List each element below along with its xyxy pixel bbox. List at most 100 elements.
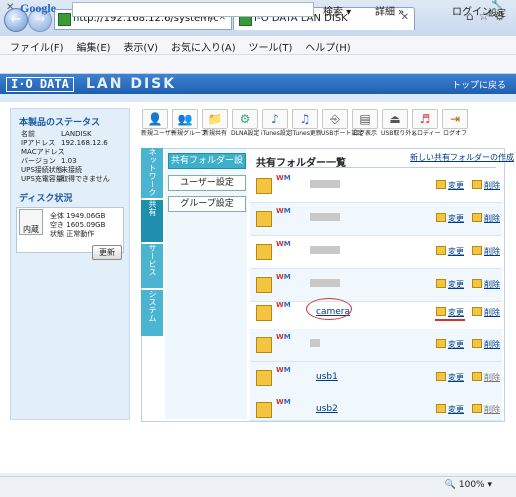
tab-service[interactable]: サービス [141, 244, 163, 288]
toolbar-more-button[interactable]: 詳細 » [375, 3, 404, 18]
folder-row: WM 変更 削除 [250, 236, 502, 269]
zoom-level[interactable]: 🔍 100% ▾ [445, 480, 492, 490]
itunes-settings-button[interactable]: ♪ iTunes設定 [261, 109, 292, 139]
dlna-settings-button[interactable]: ⚙ DLNA設定 [231, 109, 260, 139]
menu-file[interactable]: ファイル(F) [10, 39, 64, 54]
folder-name-usb1[interactable]: usb1 [316, 372, 338, 382]
folder-name-redacted[interactable] [310, 279, 340, 287]
melody-button[interactable]: ♬ メロディー [411, 109, 441, 139]
group-add-icon: 👥 [172, 109, 198, 129]
share-add-icon: 📁 [202, 109, 228, 129]
status-title: 本製品のステータス [19, 118, 101, 128]
tab-network-label: ネットワーク [148, 148, 157, 196]
folder-row: WM camera 変更 削除 [250, 297, 502, 330]
folder-row: WM 変更 削除 [250, 329, 502, 362]
edit-link[interactable]: 変更 [436, 372, 464, 383]
folder-name-redacted[interactable] [310, 339, 320, 347]
lan-disk-logo: LAN DISK [86, 76, 177, 92]
google-logo: Google [20, 1, 56, 15]
edit-link[interactable]: 変更 [436, 339, 464, 350]
folder-icon [256, 402, 272, 418]
user-settings-button[interactable]: ユーザー設定 [168, 175, 246, 191]
tab-system[interactable]: システム [141, 290, 163, 336]
settings-label: 設定 [488, 9, 507, 19]
disk-icon: 内蔵 [19, 209, 43, 235]
folder-name-redacted[interactable] [310, 246, 340, 254]
edit-link[interactable]: 変更 [436, 404, 464, 415]
menu-view[interactable]: 表示(V) [123, 39, 158, 54]
menu-bar: ファイル(F) 編集(E) 表示(V) お気に入り(A) ツール(T) ヘルプ(… [0, 36, 516, 55]
usb-port-button[interactable]: ⎆ USBポート設定 [321, 109, 363, 139]
delete-link[interactable]: 削除 [472, 339, 500, 350]
service-icons: WM [276, 207, 291, 215]
page-favicon [58, 13, 71, 26]
delete-link[interactable]: 削除 [472, 213, 500, 224]
group-settings-button[interactable]: グループ設定 [168, 196, 246, 212]
google-search-input[interactable] [72, 2, 314, 17]
service-icons: WM [276, 273, 291, 281]
new-group-button[interactable]: 👥 新規グループ [171, 109, 207, 139]
logoff-icon: ⇥ [442, 109, 468, 129]
menu-edit[interactable]: 編集(E) [76, 39, 110, 54]
menu-tools[interactable]: ツール(T) [249, 39, 293, 54]
google-toolbar [0, 55, 516, 74]
melody-icon: ♬ [412, 109, 438, 129]
log-view-button[interactable]: ▤ ログ表示 [351, 109, 379, 139]
disk-label: 内蔵 [23, 225, 39, 234]
service-icons: WM [276, 174, 291, 182]
shared-folder-settings-button[interactable]: 共有フォルダー設定 [168, 153, 246, 180]
logoff-button[interactable]: ⇥ ログオフ [441, 109, 469, 139]
tab-system-label: システム [148, 290, 157, 322]
delete-link[interactable]: 削除 [472, 246, 500, 257]
folder-row: WM usb1 変更 削除 [250, 362, 502, 395]
back-to-top-link[interactable]: トップに戻る [452, 78, 506, 91]
zoom-value: 100% [458, 480, 485, 490]
folder-row: WM usb2 変更 削除 [250, 394, 502, 421]
edit-link[interactable]: 変更 [436, 279, 464, 290]
tab-network[interactable]: ネットワーク [141, 148, 163, 198]
tab-share-label: 共有 [148, 200, 157, 216]
edit-link[interactable]: 変更 [436, 307, 464, 318]
folder-name-redacted[interactable] [310, 180, 340, 188]
tab-share[interactable]: 共有 [141, 200, 163, 242]
service-icons: WM [276, 366, 291, 374]
browser-statusbar [0, 476, 516, 497]
folder-icon [256, 211, 272, 227]
folder-name-usb2[interactable]: usb2 [316, 404, 338, 414]
login-button[interactable]: ログイン [452, 3, 492, 18]
edit-link[interactable]: 変更 [436, 246, 464, 257]
menu-help[interactable]: ヘルプ(H) [305, 39, 350, 54]
toolbar-close-icon[interactable]: ✕ [6, 2, 14, 13]
edit-link[interactable]: 変更 [436, 213, 464, 224]
service-icons: WM [276, 333, 291, 341]
dlna-icon: ⚙ [232, 109, 258, 129]
status-row: UPS充電容量取得できません [21, 175, 110, 183]
usb-remove-icon: ⏏ [382, 109, 408, 129]
user-add-icon: 👤 [142, 109, 168, 129]
new-share-button[interactable]: 📁 新規共有 [201, 109, 229, 139]
delete-link[interactable]: 削除 [472, 180, 500, 191]
delete-link[interactable]: 削除 [472, 279, 500, 290]
google-search-button[interactable]: 検索 ▾ [323, 3, 351, 18]
folder-icon [256, 337, 272, 353]
service-icons: WM [276, 398, 291, 406]
header-band [0, 94, 516, 102]
create-folder-link[interactable]: 新しい共有フォルダーの作成 [410, 152, 514, 163]
log-icon: ▤ [352, 109, 378, 129]
update-button[interactable]: 更新 [92, 245, 122, 260]
edit-link[interactable]: 変更 [436, 180, 464, 191]
menu-favorites[interactable]: お気に入り(A) [171, 39, 236, 54]
iodata-logo: I·O DATA [6, 77, 74, 92]
itunes-update-button[interactable]: ♫ iTunes更新 [291, 109, 322, 139]
delete-link[interactable]: 削除 [472, 307, 500, 318]
new-user-button[interactable]: 👤 新規ユーザー [141, 109, 177, 139]
status-panel: 本製品のステータス 名前 LANDISK IPアドレス 192.168.12.6 M… [10, 108, 130, 420]
title-divider [256, 167, 496, 168]
service-icons: WM [276, 301, 291, 309]
settings-button[interactable]: 🔧 設定 [488, 1, 506, 19]
usb-remove-button[interactable]: ⏏ USB取り外し [381, 109, 417, 139]
folder-name-redacted[interactable] [310, 213, 340, 221]
disk-row: 状態 正常動作 [50, 230, 95, 238]
delete-link-disabled: 削除 [472, 404, 500, 415]
folder-row: WM 変更 削除 [250, 170, 502, 203]
